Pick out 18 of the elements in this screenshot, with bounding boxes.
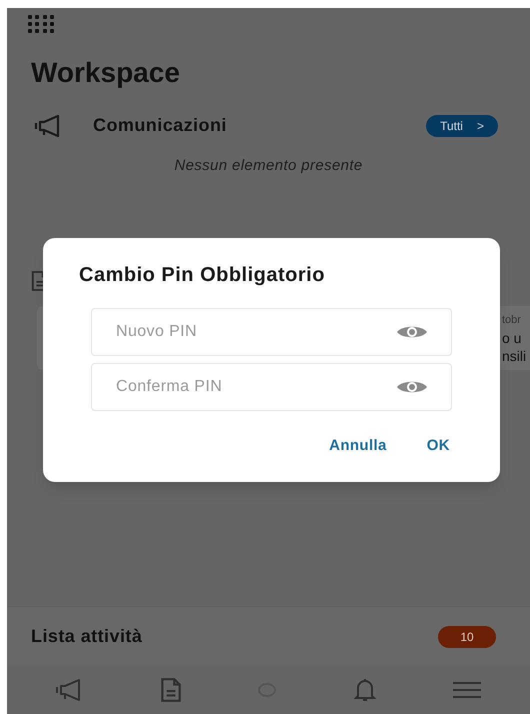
card-text: o u [502,328,522,346]
ok-button[interactable]: OK [426,435,450,458]
pin-field[interactable]: Conferma PIN [91,363,452,411]
menu-icon[interactable] [452,681,482,699]
tasks-title: Lista attività [31,625,142,648]
card-text: tobr [502,312,522,328]
dialog-title: Cambio Pin Obbligatorio [79,263,326,288]
document-icon[interactable] [160,677,182,703]
apps-grid-icon[interactable] [27,14,55,34]
card-text: nsili [502,346,528,364]
count-badge: 10 [438,626,496,648]
all-button[interactable]: Tutti > [426,114,498,136]
cancel-button[interactable]: Annulla [329,435,387,458]
notification-bell-icon[interactable] [352,677,377,703]
section-title: Comunicazioni [93,114,227,137]
pin-field[interactable]: Nuovo PIN [91,308,452,356]
page-title: Workspace [30,56,181,90]
empty-message: Nessun elemento presente [173,156,364,176]
